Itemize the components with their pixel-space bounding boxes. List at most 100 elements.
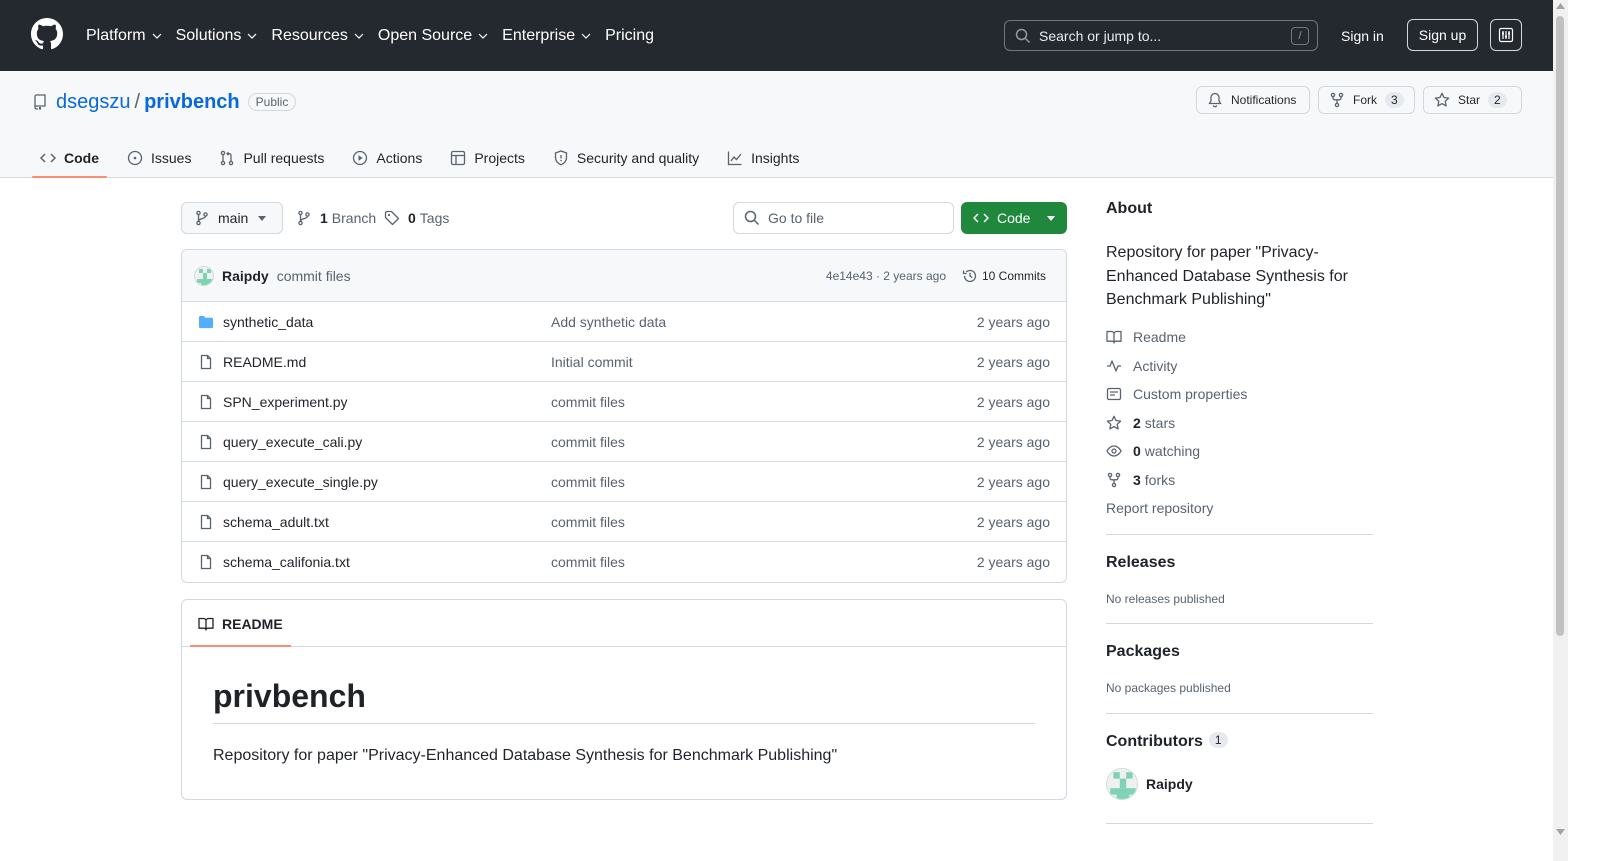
file-name-link[interactable]: README.md <box>223 354 306 370</box>
table-row[interactable]: SPN_experiment.py commit files 2 years ago <box>182 382 1066 422</box>
nav-pricing[interactable]: Pricing <box>605 27 654 45</box>
branch-selector[interactable]: main <box>181 202 283 234</box>
tab-pull-requests[interactable]: Pull requests <box>211 138 332 178</box>
settings-menu-button[interactable] <box>1490 19 1522 51</box>
bell-icon <box>1207 92 1223 108</box>
commit-message[interactable]: commit files <box>277 268 351 284</box>
code-button[interactable]: Code <box>961 202 1067 234</box>
readme-tab[interactable]: README <box>190 600 291 647</box>
file-list: Raipdy commit files 4e14e43 · 2 years ag… <box>181 249 1067 583</box>
table-row[interactable]: schema_califonia.txt commit files 2 years … <box>182 542 1066 582</box>
divider <box>1106 534 1373 535</box>
stars-link[interactable]: 2 stars <box>1106 413 1175 433</box>
file-name-link[interactable]: schema_adult.txt <box>223 514 329 530</box>
tab-security[interactable]: Security and quality <box>545 138 707 178</box>
nav-resources[interactable]: Resources <box>271 26 364 45</box>
search-icon <box>1015 28 1031 44</box>
avatar[interactable] <box>194 265 214 286</box>
search-input[interactable]: Search or jump to... / <box>1004 20 1318 51</box>
readme-link[interactable]: Readme <box>1106 327 1186 347</box>
releases-heading[interactable]: Releases <box>1106 554 1175 572</box>
file-commit-message[interactable]: commit files <box>551 554 625 570</box>
nav-open-source[interactable]: Open Source <box>378 27 488 45</box>
file-name-link[interactable]: SPN_experiment.py <box>223 394 348 410</box>
file-commit-message[interactable]: commit files <box>551 474 625 490</box>
chevron-down-icon <box>152 33 162 39</box>
star-icon <box>1106 415 1124 431</box>
nav-label: Open Source <box>377 26 473 44</box>
fork-button[interactable]: Fork 3 <box>1318 86 1415 114</box>
repo-icon <box>32 94 48 110</box>
contributors-count: 1 <box>1208 732 1228 748</box>
avatar <box>1106 768 1138 800</box>
sign-up-button[interactable]: Sign up <box>1407 19 1478 51</box>
nav-solutions[interactable]: Solutions <box>176 27 258 45</box>
commit-author[interactable]: Raipdy <box>222 268 269 284</box>
slash-shortcut-key: / <box>1291 27 1309 45</box>
divider <box>1106 623 1373 624</box>
repo-owner-link[interactable]: dsegszu <box>56 91 131 114</box>
nav-label: Platform <box>86 26 146 44</box>
history-icon <box>962 268 978 284</box>
about-description: Repository for paper "Privacy-Enhanced D… <box>1106 244 1348 308</box>
scrollbar-thumb[interactable] <box>1556 16 1564 636</box>
file-commit-message[interactable]: commit files <box>551 434 625 450</box>
tab-code[interactable]: Code <box>32 138 107 178</box>
scroll-down-arrow-icon[interactable] <box>1556 829 1565 835</box>
star-button[interactable]: Star 2 <box>1423 86 1522 114</box>
github-logo-icon[interactable] <box>31 18 63 50</box>
file-icon <box>198 514 214 530</box>
file-commit-message[interactable]: commit files <box>551 514 625 530</box>
search-icon <box>744 210 760 226</box>
file-commit-message[interactable]: Add synthetic data <box>551 314 666 330</box>
report-repository-link[interactable]: Report repository <box>1106 498 1213 518</box>
table-row[interactable]: README.md Initial commit 2 years ago <box>182 342 1066 382</box>
nav-platform[interactable]: Platform <box>86 27 162 45</box>
caret-down-icon <box>1047 215 1055 221</box>
packages-heading[interactable]: Packages <box>1106 643 1180 661</box>
commits-link[interactable]: 10 Commits <box>962 268 1046 284</box>
tab-issues[interactable]: Issues <box>119 138 199 178</box>
graph-icon <box>727 150 743 166</box>
sign-in-link[interactable]: Sign in <box>1326 20 1399 51</box>
watching-link[interactable]: 0 watching <box>1106 441 1200 461</box>
commit-hash-time[interactable]: 4e14e43 · 2 years ago <box>826 269 946 283</box>
tab-insights[interactable]: Insights <box>719 138 807 178</box>
repo-tabs: Code Issues Pull requests Actions Projec… <box>32 138 819 178</box>
tags-link[interactable]: 0 Tags <box>384 202 449 234</box>
contributor-item[interactable]: Raipdy <box>1106 768 1193 800</box>
file-name-link[interactable]: query_execute_cali.py <box>223 434 362 450</box>
star-icon <box>1434 92 1450 108</box>
nav-enterprise[interactable]: Enterprise <box>502 27 591 45</box>
repo-name-link[interactable]: privbench <box>144 91 240 114</box>
file-commit-message[interactable]: commit files <box>551 394 625 410</box>
notifications-button[interactable]: Notifications <box>1196 86 1310 114</box>
issue-icon <box>127 150 143 166</box>
activity-link[interactable]: Activity <box>1106 356 1177 376</box>
table-row[interactable]: synthetic_data Add synthetic data 2 years … <box>182 302 1066 342</box>
custom-properties-link[interactable]: Custom properties <box>1106 384 1247 404</box>
table-row[interactable]: query_execute_cali.py commit files 2 years… <box>182 422 1066 462</box>
table-row[interactable]: query_execute_single.py commit files 2 yea… <box>182 462 1066 502</box>
tab-projects[interactable]: Projects <box>442 138 533 178</box>
contributors-heading[interactable]: Contributors 1 <box>1106 732 1228 751</box>
forks-link[interactable]: 3 forks <box>1106 470 1175 490</box>
go-to-file-input[interactable]: Go to file <box>733 202 954 234</box>
tab-actions[interactable]: Actions <box>344 138 430 178</box>
nav-label: Resources <box>271 26 348 44</box>
file-name-link[interactable]: schema_califonia.txt <box>223 554 350 570</box>
file-icon <box>198 554 214 570</box>
star-label: Star <box>1458 93 1481 107</box>
file-commit-message[interactable]: Initial commit <box>551 354 633 370</box>
file-name-link[interactable]: query_execute_single.py <box>223 474 378 490</box>
branches-link[interactable]: 1 Branch <box>296 202 376 234</box>
file-name-link[interactable]: synthetic_data <box>223 314 313 330</box>
chevron-down-icon <box>354 33 364 39</box>
tab-label: Issues <box>151 150 192 166</box>
nav-label: Pricing <box>605 26 654 44</box>
tab-label: Pull requests <box>243 150 325 166</box>
scroll-up-arrow-icon[interactable] <box>1556 3 1565 9</box>
repo-title: dsegszu / privbench Public <box>32 91 297 114</box>
table-row[interactable]: schema_adult.txt commit files 2 years ago <box>182 502 1066 542</box>
page-scrollbar[interactable] <box>1553 0 1568 861</box>
